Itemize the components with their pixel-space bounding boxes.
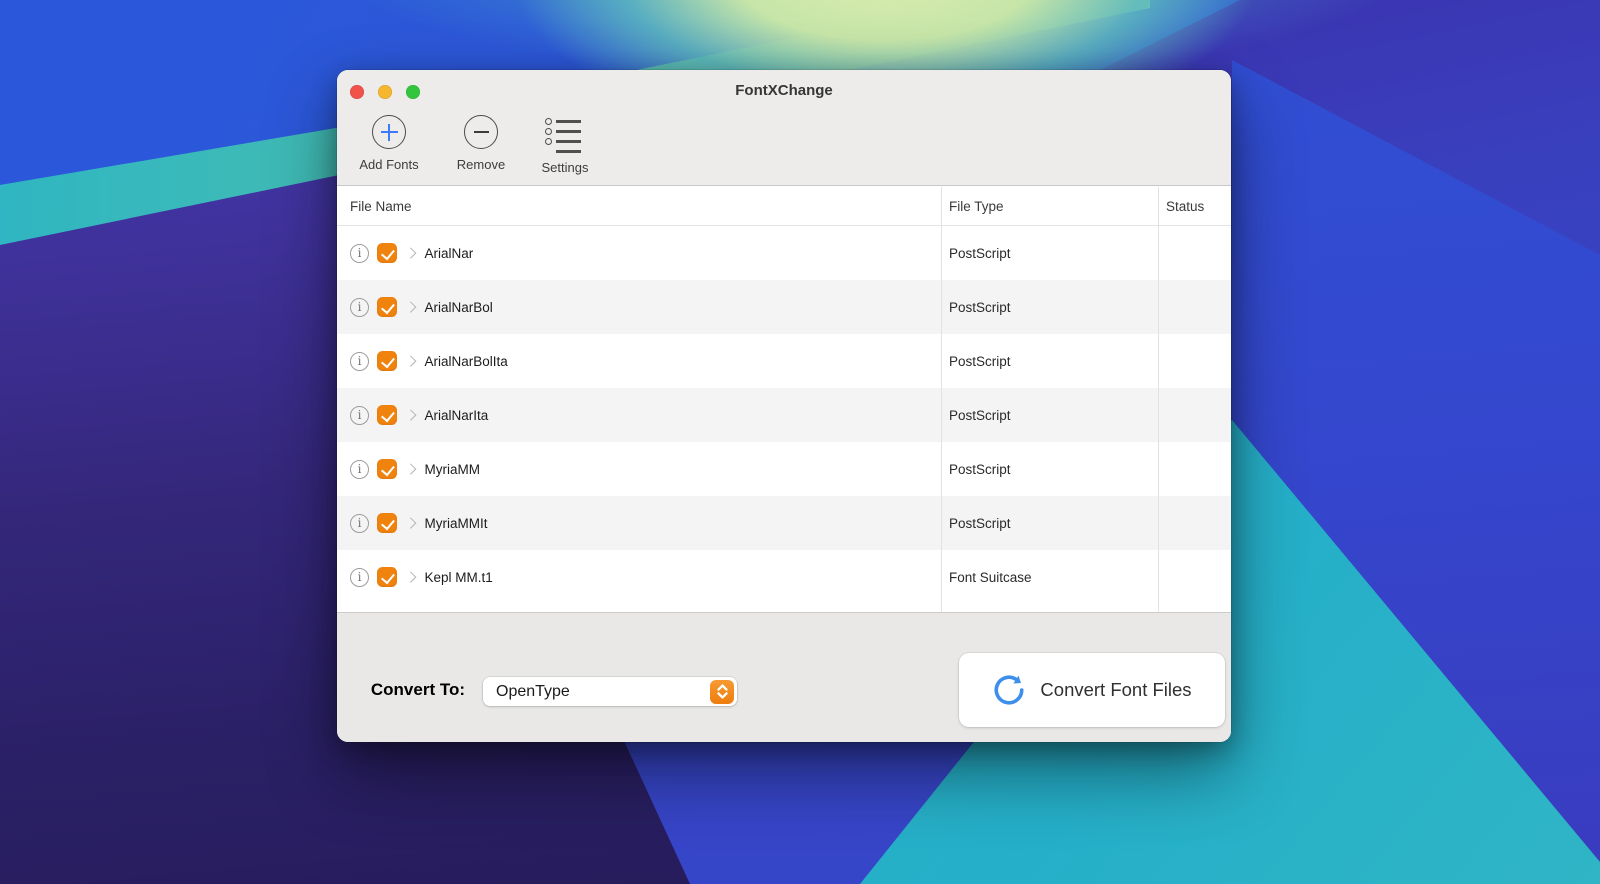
row-checkbox[interactable] [377,459,397,479]
info-icon[interactable]: i [350,244,369,263]
column-header-file-name[interactable]: File Name [337,199,941,214]
info-icon[interactable]: i [350,568,369,587]
refresh-icon [992,673,1026,707]
remove-label: Remove [457,157,505,172]
file-name-cell: i ArialNarIta [337,405,941,425]
file-name-label: Kepl MM.t1 [425,570,493,585]
file-name-cell: i ArialNarBolIta [337,351,941,371]
file-name-label: ArialNarIta [425,408,489,423]
column-header-status[interactable]: Status [1158,199,1204,214]
file-type-label: PostScript [941,516,1158,531]
file-type-label: PostScript [941,246,1158,261]
fontxchange-window: FontXChange Add Fonts Remove Settings Fi… [337,70,1231,742]
info-icon[interactable]: i [350,352,369,371]
convert-to-label: Convert To: [365,680,465,700]
chevron-right-icon[interactable] [405,518,416,529]
convert-button-label: Convert Font Files [1040,679,1191,701]
row-checkbox[interactable] [377,351,397,371]
settings-label: Settings [542,160,589,175]
file-name-cell: i ArialNarBol [337,297,941,317]
font-file-table: File Name File Type Status i ArialNar Po… [337,187,1231,612]
chevron-right-icon[interactable] [405,464,416,475]
column-separator [1158,187,1159,612]
file-type-label: PostScript [941,462,1158,477]
titlebar-toolbar: FontXChange Add Fonts Remove Settings [337,70,1231,186]
plus-circle-icon [372,115,406,149]
row-checkbox[interactable] [377,513,397,533]
footer-bar: Convert To: OpenType Convert Font Files [337,612,1231,742]
file-name-label: MyriaMM [425,462,481,477]
file-type-label: PostScript [941,354,1158,369]
remove-button[interactable]: Remove [447,115,515,172]
chevron-right-icon[interactable] [405,410,416,421]
info-icon[interactable]: i [350,298,369,317]
table-header: File Name File Type Status [337,187,1231,226]
file-name-label: ArialNar [425,246,474,261]
convert-font-files-button[interactable]: Convert Font Files [959,653,1225,727]
window-title: FontXChange [337,82,1231,99]
chevron-right-icon[interactable] [405,356,416,367]
select-stepper-icon[interactable] [710,680,734,704]
file-name-cell: i MyriaMM [337,459,941,479]
chevron-down-icon [718,693,726,697]
file-name-label: ArialNarBolIta [425,354,508,369]
chevron-right-icon[interactable] [405,248,416,259]
file-name-cell: i Kepl MM.t1 [337,567,941,587]
add-fonts-button[interactable]: Add Fonts [349,115,429,172]
table-row[interactable]: i ArialNarBolIta PostScript [337,334,1231,388]
table-row[interactable]: i ArialNar PostScript [337,226,1231,280]
format-select-value: OpenType [496,683,570,701]
info-icon[interactable]: i [350,514,369,533]
column-separator [941,187,942,612]
row-checkbox[interactable] [377,405,397,425]
add-fonts-label: Add Fonts [359,157,418,172]
row-checkbox[interactable] [377,297,397,317]
column-header-file-type[interactable]: File Type [941,199,1158,214]
row-checkbox[interactable] [377,567,397,587]
table-row[interactable]: i MyriaMM PostScript [337,442,1231,496]
file-name-cell: i MyriaMMIt [337,513,941,533]
file-name-label: ArialNarBol [425,300,493,315]
table-body: i ArialNar PostScript i ArialNarBol Post… [337,226,1231,604]
info-icon[interactable]: i [350,406,369,425]
file-type-label: PostScript [941,408,1158,423]
file-type-label: PostScript [941,300,1158,315]
minus-circle-icon [464,115,498,149]
settings-list-icon [545,118,585,155]
file-type-label: Font Suitcase [941,570,1158,585]
table-row[interactable]: i ArialNarBol PostScript [337,280,1231,334]
settings-button[interactable]: Settings [529,115,601,175]
table-row[interactable]: i MyriaMMIt PostScript [337,496,1231,550]
row-checkbox[interactable] [377,243,397,263]
file-name-label: MyriaMMIt [425,516,488,531]
chevron-up-icon [718,686,726,690]
table-row[interactable]: i Kepl MM.t1 Font Suitcase [337,550,1231,604]
chevron-right-icon[interactable] [405,572,416,583]
table-row[interactable]: i ArialNarIta PostScript [337,388,1231,442]
chevron-right-icon[interactable] [405,302,416,313]
format-select[interactable]: OpenType [483,677,737,706]
info-icon[interactable]: i [350,460,369,479]
file-name-cell: i ArialNar [337,243,941,263]
